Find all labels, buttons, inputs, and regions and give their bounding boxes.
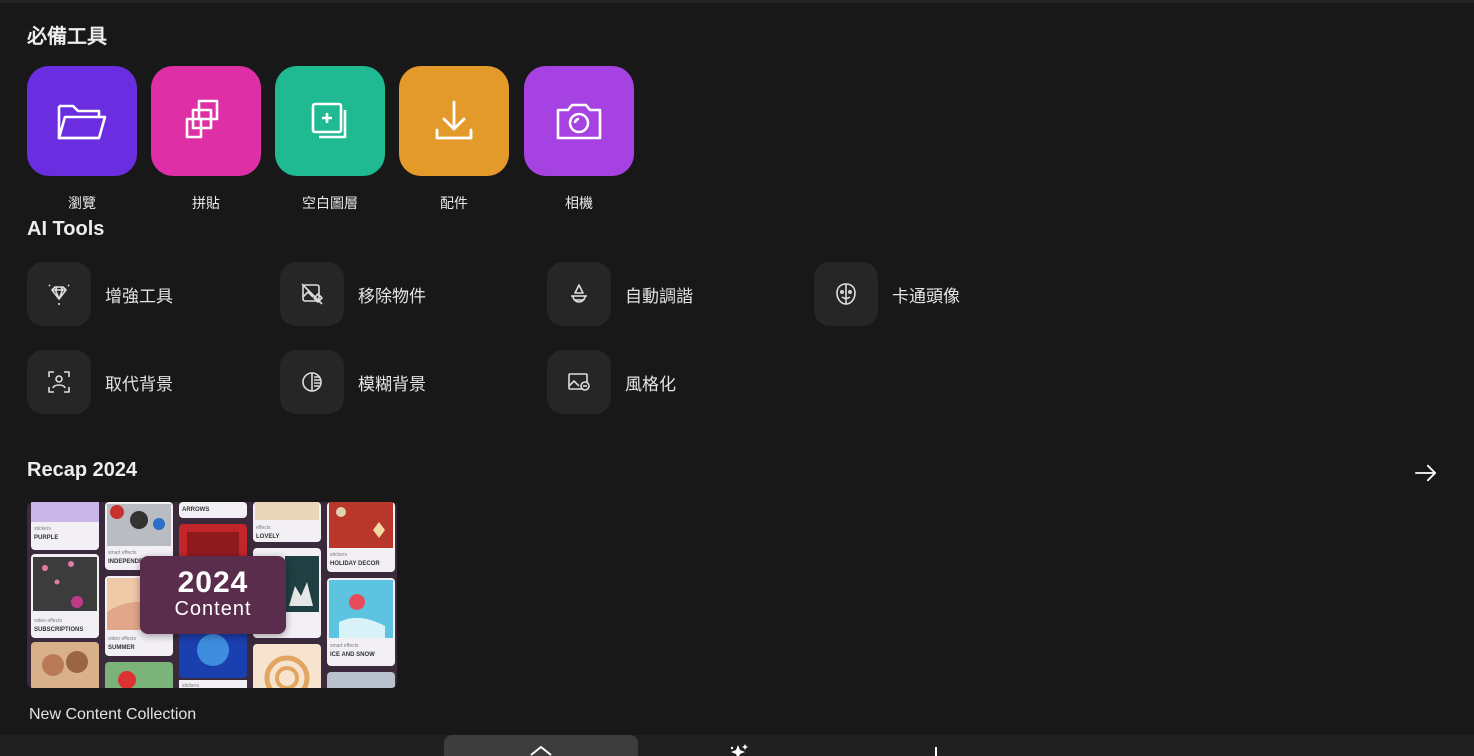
ai-tool-label: 增強工具 — [105, 286, 173, 306]
ai-tool-label: 取代背景 — [105, 374, 173, 394]
stylize-image-icon — [568, 373, 590, 391]
essential-tool-label: 瀏覽 — [68, 195, 96, 211]
tile-category: stickers — [330, 552, 347, 558]
nav-add-tab[interactable] — [908, 735, 948, 756]
tile-category: video effects — [108, 636, 136, 642]
download-icon — [435, 100, 473, 140]
essential-tool-accessories[interactable]: 配件 — [399, 66, 509, 213]
add-layer-icon — [311, 102, 347, 139]
essential-tool-browse[interactable]: 瀏覽 — [27, 66, 137, 213]
ai-tools-section-title: AI Tools — [27, 218, 105, 240]
badge-content-text: Content — [174, 598, 252, 620]
blank-layer-tile[interactable] — [275, 66, 385, 176]
replace-background-icon — [48, 371, 70, 393]
blur-background-icon — [302, 372, 322, 392]
auto-tune-icon — [571, 284, 587, 303]
ai-tool-stylize[interactable]: 風格化 — [547, 350, 676, 414]
ai-tool-remove-object[interactable]: 移除物件 — [280, 262, 426, 326]
top-edge — [0, 0, 1474, 3]
collage-icon — [185, 99, 219, 139]
tile-name: ICE AND SNOW — [330, 652, 375, 658]
tile-category: effects — [256, 525, 271, 531]
tile-name: PURPLE — [34, 535, 58, 541]
nav-ai-tab[interactable] — [718, 735, 758, 756]
ai-tool-icon-box — [27, 262, 91, 326]
tile-category: stickers — [34, 526, 51, 532]
essential-tool-label: 空白圖層 — [302, 195, 358, 211]
browse-tile[interactable] — [27, 66, 137, 176]
recap-content-card[interactable]: stickers PURPLE video effects SUBSCRIPTI… — [27, 502, 397, 688]
essential-tool-camera[interactable]: 相機 — [524, 66, 634, 213]
essential-tool-label: 配件 — [440, 195, 468, 211]
collage-tile[interactable] — [151, 66, 261, 176]
tile-name: LOVELY — [256, 534, 279, 540]
nav-home-tab[interactable] — [444, 735, 638, 756]
ai-tool-icon-box — [547, 350, 611, 414]
ai-tool-cartoon-avatar[interactable]: 卡通頭像 — [814, 262, 960, 326]
essential-tool-blank-layer[interactable]: 空白圖層 — [275, 66, 385, 213]
tile-name: SUBSCRIPTIONS — [34, 627, 83, 633]
badge-year: 2024 — [177, 566, 249, 599]
recap-see-all-button[interactable] — [1410, 459, 1442, 487]
recap-card-caption: New Content Collection — [29, 706, 197, 723]
tile-name: INDEPENDE — [108, 559, 143, 565]
essential-tool-label: 相機 — [565, 195, 593, 211]
home-screen: 必備工具 瀏覽 拼貼 空白圖層 配件 相機 AI Tools 增強工具 移除物件… — [0, 0, 1474, 756]
tile-category: smart effects — [330, 643, 359, 649]
tile-name: ARROWS — [182, 507, 209, 513]
bottom-navigation-bar — [0, 735, 1474, 756]
ai-tool-icon-box — [547, 262, 611, 326]
home-icon — [530, 746, 552, 756]
essential-tool-collage[interactable]: 拼貼 — [151, 66, 261, 213]
ai-tool-replace-background[interactable]: 取代背景 — [27, 350, 173, 414]
essential-tool-label: 拼貼 — [192, 195, 220, 211]
camera-icon — [556, 103, 602, 140]
ai-tool-label: 卡通頭像 — [892, 286, 960, 306]
arrow-right-icon — [1415, 464, 1437, 482]
ai-tool-label: 風格化 — [625, 374, 676, 394]
ai-tool-icon-box — [814, 262, 878, 326]
tile-name: HOLIDAY DECOR — [330, 561, 380, 567]
ai-tool-label: 模糊背景 — [358, 374, 426, 394]
ai-tool-label: 移除物件 — [358, 286, 426, 306]
ai-tool-icon-box — [280, 350, 344, 414]
tile-category: stickers — [182, 683, 199, 688]
tile-category: video effects — [34, 618, 62, 624]
ai-tool-enhance[interactable]: 增強工具 — [27, 262, 173, 326]
folder-icon — [57, 104, 107, 140]
sparkle-icon — [730, 744, 748, 756]
ai-tool-blur-background[interactable]: 模糊背景 — [280, 350, 426, 414]
cartoon-face-icon — [836, 283, 856, 305]
recap-section-title: Recap 2024 — [27, 459, 138, 481]
camera-tile[interactable] — [524, 66, 634, 176]
tile-category: smart effects — [108, 550, 137, 556]
ai-tool-auto-tune[interactable]: 自動調諧 — [547, 262, 693, 326]
ai-tool-icon-box — [27, 350, 91, 414]
remove-object-icon — [301, 283, 323, 305]
plus-icon — [935, 747, 937, 756]
tile-name: SUMMER — [108, 645, 135, 651]
ai-tool-label: 自動調諧 — [625, 286, 693, 306]
essentials-section-title: 必備工具 — [27, 26, 107, 48]
ai-tool-icon-box — [280, 262, 344, 326]
diamond-sparkle-icon — [48, 284, 70, 305]
accessories-tile[interactable] — [399, 66, 509, 176]
content-2024-badge: 2024 Content — [140, 556, 286, 634]
